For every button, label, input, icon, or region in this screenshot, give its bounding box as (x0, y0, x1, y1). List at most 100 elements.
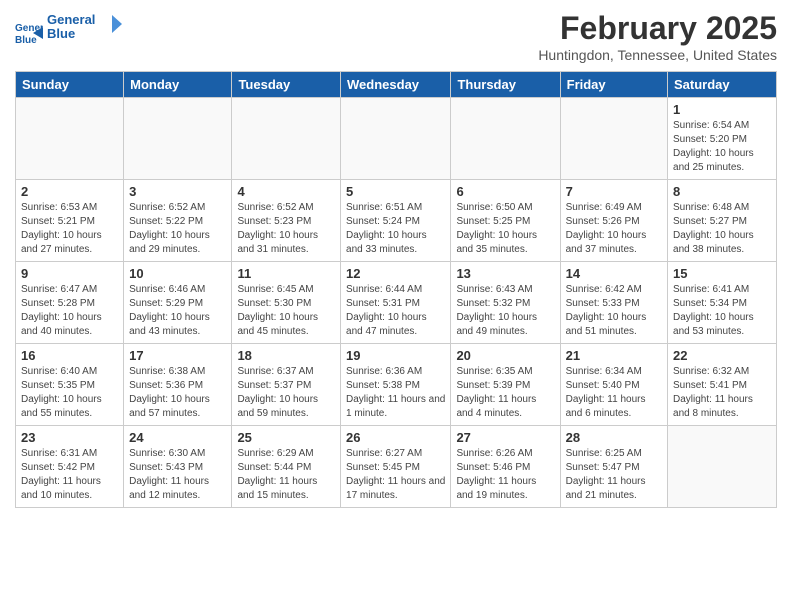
day-info: Sunrise: 6:49 AM Sunset: 5:26 PM Dayligh… (566, 201, 662, 257)
calendar-cell: 15 Sunrise: 6:41 AM Sunset: 5:34 PM Dayli… (668, 262, 777, 344)
day-number: 2 (21, 184, 118, 199)
calendar-cell: 21 Sunrise: 6:34 AM Sunset: 5:40 PM Dayli… (560, 344, 667, 426)
day-number: 8 (673, 184, 771, 199)
day-info: Sunrise: 6:44 AM Sunset: 5:31 PM Dayligh… (346, 283, 445, 339)
day-info: Sunrise: 6:53 AM Sunset: 5:21 PM Dayligh… (21, 201, 118, 257)
day-info: Sunrise: 6:38 AM Sunset: 5:36 PM Dayligh… (129, 365, 226, 421)
day-number: 10 (129, 266, 226, 281)
day-info: Sunrise: 6:30 AM Sunset: 5:43 PM Dayligh… (129, 447, 226, 503)
calendar-cell: 22Sunrise: 6:32 AM Sunset: 5:41 PM Dayli… (668, 344, 777, 426)
day-number: 6 (456, 184, 554, 199)
day-info: Sunrise: 6:42 AM Sunset: 5:33 PM Dayligh… (566, 283, 662, 339)
day-number: 7 (566, 184, 662, 199)
svg-text:Blue: Blue (15, 35, 37, 45)
calendar-cell (560, 98, 667, 180)
calendar-header-row: SundayMondayTuesdayWednesdayThursdayFrid… (16, 72, 777, 98)
svg-text:Blue: Blue (47, 26, 75, 41)
calendar-cell (341, 98, 451, 180)
day-info: Sunrise: 6:45 AM Sunset: 5:30 PM Dayligh… (237, 283, 335, 339)
calendar-cell: 13 Sunrise: 6:43 AM Sunset: 5:32 PM Dayli… (451, 262, 560, 344)
svg-text:General: General (47, 12, 95, 27)
weekday-header: Thursday (451, 72, 560, 98)
day-info: Sunrise: 6:35 AM Sunset: 5:39 PM Dayligh… (456, 365, 554, 421)
calendar: SundayMondayTuesdayWednesdayThursdayFrid… (15, 71, 777, 508)
weekday-header: Sunday (16, 72, 124, 98)
day-info: Sunrise: 6:32 AM Sunset: 5:41 PM Dayligh… (673, 365, 771, 421)
logo-icon: General Blue (15, 17, 43, 45)
calendar-cell: 25 Sunrise: 6:29 AM Sunset: 5:44 PM Dayli… (232, 426, 341, 508)
day-info: Sunrise: 6:48 AM Sunset: 5:27 PM Dayligh… (673, 201, 771, 257)
calendar-cell (124, 98, 232, 180)
day-number: 21 (566, 348, 662, 363)
day-info: Sunrise: 6:47 AM Sunset: 5:28 PM Dayligh… (21, 283, 118, 339)
day-info: Sunrise: 6:54 AM Sunset: 5:20 PM Dayligh… (673, 119, 771, 175)
calendar-cell: 12Sunrise: 6:44 AM Sunset: 5:31 PM Dayli… (341, 262, 451, 344)
calendar-cell (451, 98, 560, 180)
day-number: 24 (129, 430, 226, 445)
calendar-cell: 16Sunrise: 6:40 AM Sunset: 5:35 PM Dayli… (16, 344, 124, 426)
weekday-header: Tuesday (232, 72, 341, 98)
calendar-cell: 11 Sunrise: 6:45 AM Sunset: 5:30 PM Dayli… (232, 262, 341, 344)
day-number: 14 (566, 266, 662, 281)
main-title: February 2025 (538, 10, 777, 47)
day-number: 25 (237, 430, 335, 445)
day-info: Sunrise: 6:29 AM Sunset: 5:44 PM Dayligh… (237, 447, 335, 503)
day-number: 4 (237, 184, 335, 199)
day-number: 13 (456, 266, 554, 281)
calendar-cell: 8 Sunrise: 6:48 AM Sunset: 5:27 PM Daylig… (668, 180, 777, 262)
calendar-cell: 9 Sunrise: 6:47 AM Sunset: 5:28 PM Daylig… (16, 262, 124, 344)
day-info: Sunrise: 6:37 AM Sunset: 5:37 PM Dayligh… (237, 365, 335, 421)
day-info: Sunrise: 6:52 AM Sunset: 5:22 PM Dayligh… (129, 201, 226, 257)
calendar-cell: 26Sunrise: 6:27 AM Sunset: 5:45 PM Dayli… (341, 426, 451, 508)
calendar-cell (668, 426, 777, 508)
day-info: Sunrise: 6:43 AM Sunset: 5:32 PM Dayligh… (456, 283, 554, 339)
calendar-cell: 7 Sunrise: 6:49 AM Sunset: 5:26 PM Daylig… (560, 180, 667, 262)
day-number: 26 (346, 430, 445, 445)
day-number: 1 (673, 102, 771, 117)
calendar-cell: 19 Sunrise: 6:36 AM Sunset: 5:38 PM Dayli… (341, 344, 451, 426)
day-number: 17 (129, 348, 226, 363)
calendar-week-row: 2 Sunrise: 6:53 AM Sunset: 5:21 PM Daylig… (16, 180, 777, 262)
day-info: Sunrise: 6:31 AM Sunset: 5:42 PM Dayligh… (21, 447, 118, 503)
day-number: 11 (237, 266, 335, 281)
day-info: Sunrise: 6:26 AM Sunset: 5:46 PM Dayligh… (456, 447, 554, 503)
page: General Blue General Blue February 2025 … (0, 0, 792, 612)
day-number: 19 (346, 348, 445, 363)
calendar-cell: 10 Sunrise: 6:46 AM Sunset: 5:29 PM Dayli… (124, 262, 232, 344)
day-number: 9 (21, 266, 118, 281)
title-area: February 2025 Huntingdon, Tennessee, Uni… (538, 10, 777, 63)
calendar-cell: 23 Sunrise: 6:31 AM Sunset: 5:42 PM Dayli… (16, 426, 124, 508)
calendar-cell: 4 Sunrise: 6:52 AM Sunset: 5:23 PM Daylig… (232, 180, 341, 262)
calendar-cell: 2 Sunrise: 6:53 AM Sunset: 5:21 PM Daylig… (16, 180, 124, 262)
day-number: 23 (21, 430, 118, 445)
day-number: 15 (673, 266, 771, 281)
day-info: Sunrise: 6:36 AM Sunset: 5:38 PM Dayligh… (346, 365, 445, 421)
calendar-week-row: 9 Sunrise: 6:47 AM Sunset: 5:28 PM Daylig… (16, 262, 777, 344)
day-number: 18 (237, 348, 335, 363)
weekday-header: Friday (560, 72, 667, 98)
day-number: 28 (566, 430, 662, 445)
day-number: 16 (21, 348, 118, 363)
subtitle: Huntingdon, Tennessee, United States (538, 47, 777, 63)
calendar-cell: 28Sunrise: 6:25 AM Sunset: 5:47 PM Dayli… (560, 426, 667, 508)
weekday-header: Wednesday (341, 72, 451, 98)
day-info: Sunrise: 6:41 AM Sunset: 5:34 PM Dayligh… (673, 283, 771, 339)
calendar-week-row: 23 Sunrise: 6:31 AM Sunset: 5:42 PM Dayli… (16, 426, 777, 508)
calendar-cell: 24 Sunrise: 6:30 AM Sunset: 5:43 PM Dayli… (124, 426, 232, 508)
calendar-cell: 27 Sunrise: 6:26 AM Sunset: 5:46 PM Dayli… (451, 426, 560, 508)
day-number: 3 (129, 184, 226, 199)
day-info: Sunrise: 6:51 AM Sunset: 5:24 PM Dayligh… (346, 201, 445, 257)
day-number: 5 (346, 184, 445, 199)
day-info: Sunrise: 6:46 AM Sunset: 5:29 PM Dayligh… (129, 283, 226, 339)
weekday-header: Saturday (668, 72, 777, 98)
day-number: 20 (456, 348, 554, 363)
day-info: Sunrise: 6:50 AM Sunset: 5:25 PM Dayligh… (456, 201, 554, 257)
day-info: Sunrise: 6:34 AM Sunset: 5:40 PM Dayligh… (566, 365, 662, 421)
day-number: 27 (456, 430, 554, 445)
calendar-cell: 6 Sunrise: 6:50 AM Sunset: 5:25 PM Daylig… (451, 180, 560, 262)
calendar-cell: 5 Sunrise: 6:51 AM Sunset: 5:24 PM Daylig… (341, 180, 451, 262)
logo-svg: General Blue (47, 10, 127, 46)
calendar-cell: 18 Sunrise: 6:37 AM Sunset: 5:37 PM Dayli… (232, 344, 341, 426)
day-info: Sunrise: 6:52 AM Sunset: 5:23 PM Dayligh… (237, 201, 335, 257)
logo: General Blue General Blue (15, 10, 127, 51)
